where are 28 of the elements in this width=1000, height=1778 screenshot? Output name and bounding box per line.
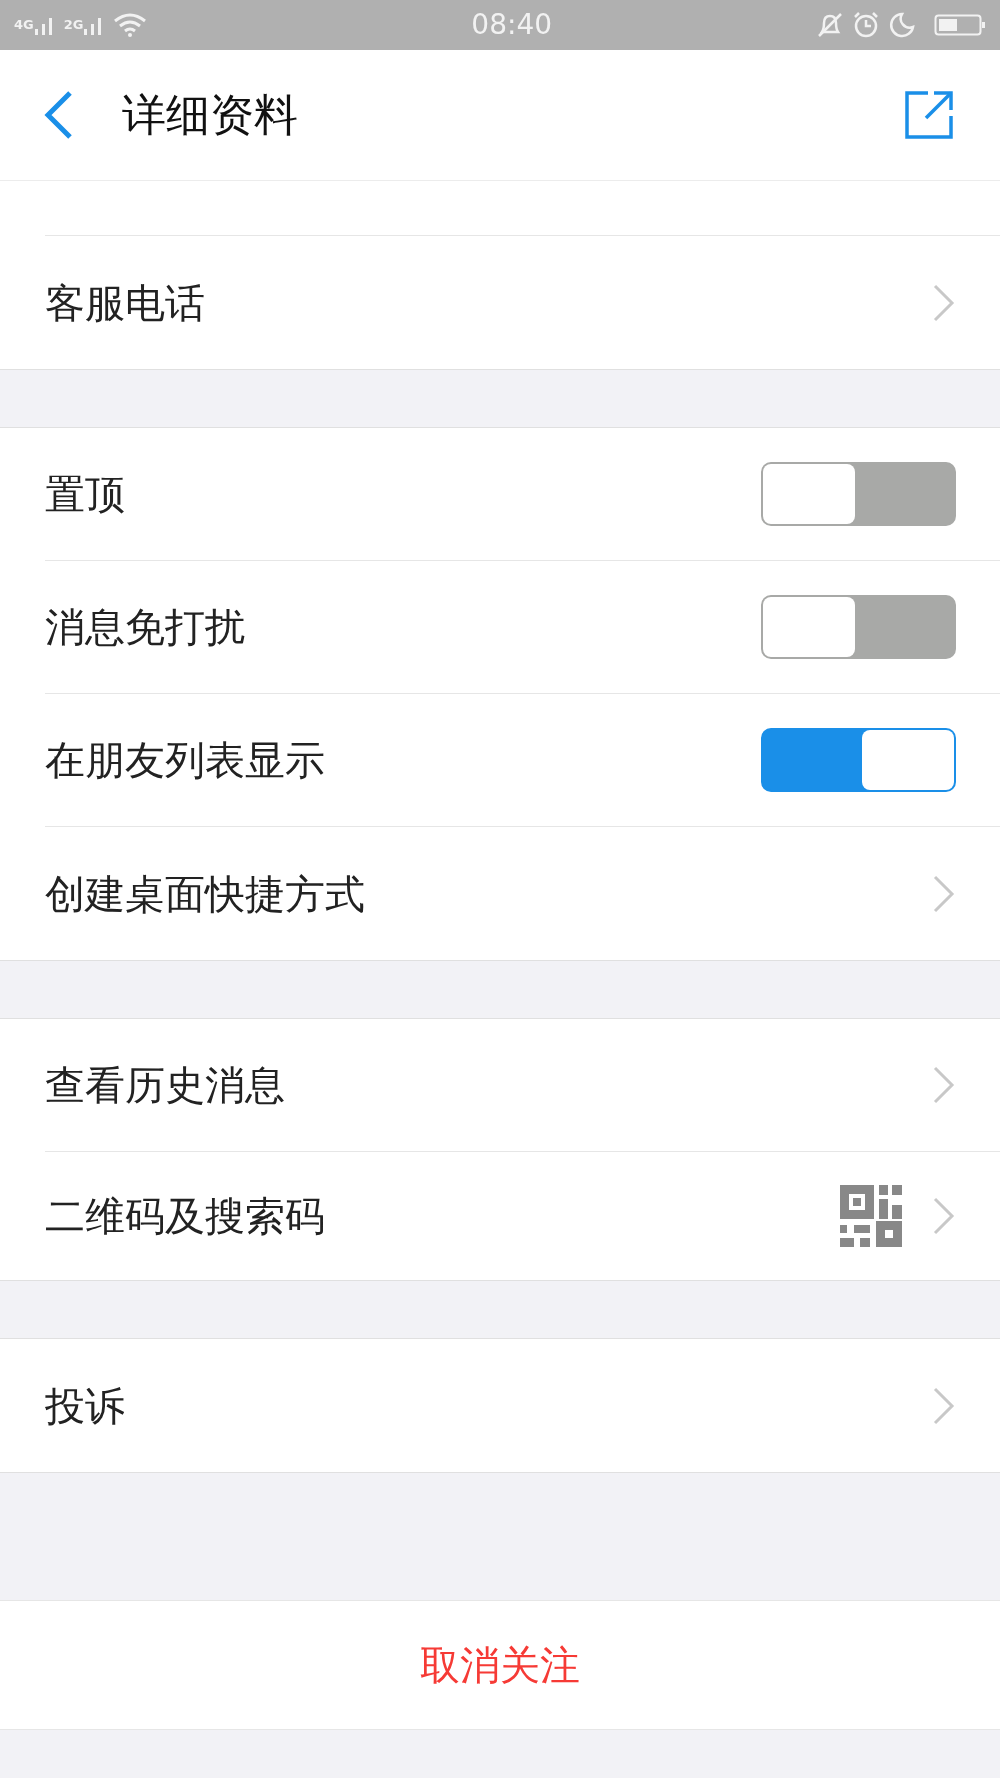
row-label: 投诉 <box>45 1381 125 1431</box>
chevron-icon <box>932 1065 956 1105</box>
row-label: 置顶 <box>45 470 125 519</box>
row-label: 创建桌面快捷方式 <box>45 869 365 919</box>
alarm-clock-icon <box>852 11 880 39</box>
moon-icon <box>888 11 916 39</box>
unfollow-button[interactable]: 取消关注 <box>420 1635 580 1695</box>
wifi-icon <box>113 12 148 38</box>
share-icon[interactable] <box>904 90 954 140</box>
row-label: 二维码及搜索码 <box>45 1192 325 1241</box>
chevron-icon <box>932 1385 956 1426</box>
qr-code-icon <box>840 1185 902 1247</box>
muted-bell-icon <box>816 11 844 39</box>
row-label: 客服电话 <box>45 278 205 328</box>
row-label: 在朋友列表显示 <box>45 736 325 785</box>
page-title: 详细资料 <box>122 88 298 142</box>
clock-time: 08:40 <box>471 7 553 43</box>
toggle-switch[interactable] <box>761 728 956 792</box>
battery-icon <box>934 12 986 38</box>
row-label: 查看历史消息 <box>45 1061 285 1110</box>
toggle-switch[interactable] <box>761 462 956 526</box>
network-label: 4G <box>14 16 34 35</box>
row-label: 消息免打扰 <box>45 603 245 652</box>
chevron-icon <box>932 282 956 323</box>
chevron-icon <box>932 873 956 914</box>
chevron-icon <box>932 1196 956 1236</box>
toggle-switch[interactable] <box>761 595 956 659</box>
network-label: 2G <box>63 16 84 35</box>
